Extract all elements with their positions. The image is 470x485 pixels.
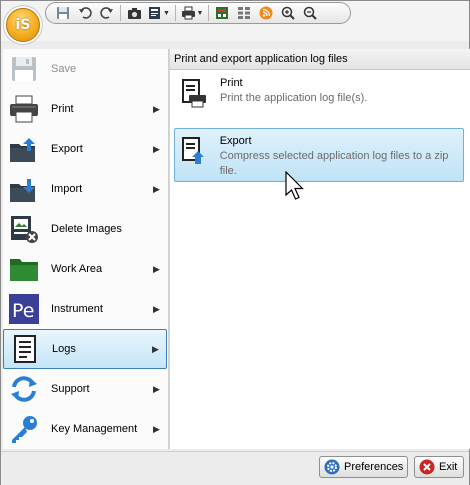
menu-item-label: Delete Images [51, 223, 122, 235]
pe-icon-text: Pe [12, 300, 34, 322]
print-document-icon [180, 77, 208, 113]
menu-item-label: Work Area [51, 263, 103, 275]
menu-item-label: Save [51, 63, 77, 75]
export-folder-icon [9, 134, 39, 164]
option-description: Print the application log file(s). [220, 92, 368, 104]
preferences-icon [324, 459, 340, 475]
green-folder-icon [9, 254, 39, 284]
redo-icon[interactable] [96, 4, 118, 22]
preferences-label: Preferences [344, 461, 404, 473]
bottom-bar: Preferences Exit [1, 451, 469, 485]
menu-item-import[interactable]: Import ▶ [3, 169, 167, 209]
chevron-right-icon: ▶ [153, 383, 160, 394]
exit-icon [419, 459, 435, 475]
backstage-menu: Save Print ▶ Export ▶ Import ▶ Delete Im… [3, 49, 169, 449]
chevron-right-icon: ▶ [153, 183, 160, 194]
print-option-text: Print Print the application log file(s). [220, 77, 367, 113]
chevron-right-icon: ▶ [153, 103, 160, 114]
support-icon [9, 374, 39, 404]
camera-icon[interactable] [123, 4, 145, 22]
delete-images-icon [9, 214, 39, 244]
panel-header: Print and export application log files [170, 49, 470, 70]
printer-icon[interactable]: ▼ [178, 4, 206, 22]
key-icon [9, 414, 39, 444]
chevron-down-icon: ▼ [163, 9, 170, 17]
zoom-in-icon[interactable] [277, 4, 299, 22]
pe-icon: Pe [9, 294, 39, 324]
chevron-down-icon: ▼ [196, 9, 204, 17]
export-logs-option[interactable]: Export Compress selected application log… [174, 128, 464, 182]
export-document-icon [181, 135, 208, 171]
menu-item-export[interactable]: Export ▶ [3, 129, 167, 169]
menu-item-save[interactable]: Save [3, 49, 167, 89]
menu-item-label: Import [51, 183, 83, 195]
report-icon[interactable]: ▼ [145, 4, 173, 22]
menu-item-label: Logs [52, 343, 76, 355]
menu-item-label: Print [51, 103, 74, 115]
export-option-text: Export Compress selected application log… [219, 135, 457, 177]
preferences-button[interactable]: Preferences [319, 456, 408, 478]
chevron-right-icon: ▶ [153, 303, 160, 314]
menu-item-instrument[interactable]: Pe Instrument ▶ [3, 289, 167, 329]
exit-label: Exit [439, 461, 458, 473]
option-description: Compress selected application log files … [219, 150, 449, 177]
menu-item-key-management[interactable]: Key Management ▶ [3, 409, 167, 449]
menu-item-label: Support [51, 383, 90, 395]
toolbar-separator [120, 5, 121, 21]
save-icon [9, 54, 39, 84]
multi-grid-icon[interactable] [233, 4, 255, 22]
zoom-out-icon[interactable] [299, 4, 321, 22]
option-title: Export [219, 135, 252, 147]
app-menu-button[interactable]: iS [6, 8, 40, 42]
logs-panel: Print and export application log files P… [169, 49, 470, 449]
mouse-cursor-icon [285, 171, 304, 200]
import-folder-icon [9, 174, 39, 204]
option-title: Print [220, 77, 243, 89]
toolbar-separator [208, 5, 209, 21]
menu-item-work-area[interactable]: Work Area ▶ [3, 249, 167, 289]
exit-button[interactable]: Exit [414, 456, 464, 478]
menu-item-print[interactable]: Print ▶ [3, 89, 167, 129]
printer-icon [9, 94, 39, 124]
rss-icon[interactable] [255, 4, 277, 22]
quick-access-toolbar: ▼ ▼ [45, 2, 351, 24]
application-window: iS ▼ ▼ Save Print ▶ Export ▶ Import ▶ De… [0, 0, 470, 485]
title-bar: iS ▼ ▼ [1, 1, 469, 42]
menu-item-label: Instrument [51, 303, 103, 315]
grid-view-icon[interactable] [211, 4, 233, 22]
undo-icon[interactable] [74, 4, 96, 22]
menu-item-label: Export [51, 143, 83, 155]
chevron-right-icon: ▶ [153, 423, 160, 434]
menu-item-label: Key Management [51, 423, 138, 435]
print-logs-option[interactable]: Print Print the application log file(s). [174, 71, 464, 119]
menu-item-logs[interactable]: Logs ▶ [3, 329, 167, 369]
chevron-right-icon: ▶ [152, 343, 159, 354]
save-icon[interactable] [52, 4, 74, 22]
toolbar-separator [175, 5, 176, 21]
menu-item-delete-images[interactable]: Delete Images [3, 209, 167, 249]
chevron-right-icon: ▶ [153, 263, 160, 274]
app-orb-label: iS [15, 17, 31, 33]
logs-icon [10, 334, 40, 364]
menu-item-support[interactable]: Support ▶ [3, 369, 167, 409]
chevron-right-icon: ▶ [153, 143, 160, 154]
